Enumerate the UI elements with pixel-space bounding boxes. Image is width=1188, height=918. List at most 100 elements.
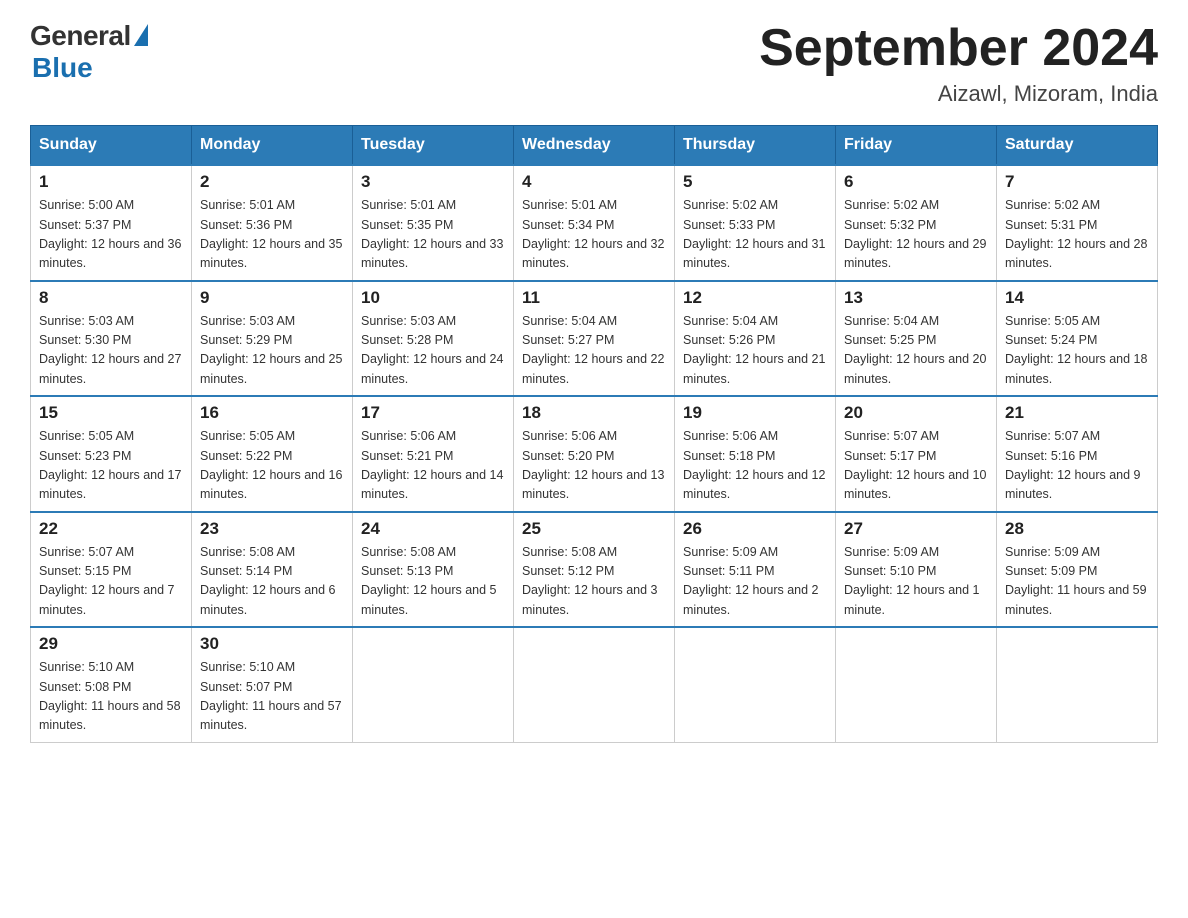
page-header: General Blue September 2024 Aizawl, Mizo… <box>30 20 1158 107</box>
calendar-cell: 30 Sunrise: 5:10 AMSunset: 5:07 PMDayligh… <box>192 627 353 742</box>
day-number: 3 <box>361 172 505 192</box>
calendar-cell: 7 Sunrise: 5:02 AMSunset: 5:31 PMDaylight… <box>997 165 1158 281</box>
calendar-cell: 17 Sunrise: 5:06 AMSunset: 5:21 PMDayligh… <box>353 396 514 512</box>
day-info: Sunrise: 5:00 AMSunset: 5:37 PMDaylight:… <box>39 196 183 274</box>
day-info: Sunrise: 5:05 AMSunset: 5:22 PMDaylight:… <box>200 427 344 505</box>
logo-triangle-icon <box>134 24 148 46</box>
calendar-cell: 14 Sunrise: 5:05 AMSunset: 5:24 PMDayligh… <box>997 281 1158 397</box>
calendar-cell: 4 Sunrise: 5:01 AMSunset: 5:34 PMDaylight… <box>514 165 675 281</box>
day-number: 13 <box>844 288 988 308</box>
day-number: 14 <box>1005 288 1149 308</box>
day-info: Sunrise: 5:02 AMSunset: 5:32 PMDaylight:… <box>844 196 988 274</box>
day-number: 28 <box>1005 519 1149 539</box>
day-info: Sunrise: 5:02 AMSunset: 5:33 PMDaylight:… <box>683 196 827 274</box>
calendar-table: SundayMondayTuesdayWednesdayThursdayFrid… <box>30 125 1158 743</box>
calendar-cell <box>353 627 514 742</box>
calendar-header-saturday: Saturday <box>997 126 1158 166</box>
day-info: Sunrise: 5:06 AMSunset: 5:21 PMDaylight:… <box>361 427 505 505</box>
calendar-header-sunday: Sunday <box>31 126 192 166</box>
calendar-week-row: 22Sunrise: 5:07 AMSunset: 5:15 PMDayligh… <box>31 512 1158 628</box>
location-title: Aizawl, Mizoram, India <box>759 81 1158 107</box>
day-info: Sunrise: 5:07 AMSunset: 5:16 PMDaylight:… <box>1005 427 1149 505</box>
day-number: 10 <box>361 288 505 308</box>
day-info: Sunrise: 5:03 AMSunset: 5:29 PMDaylight:… <box>200 312 344 390</box>
day-info: Sunrise: 5:02 AMSunset: 5:31 PMDaylight:… <box>1005 196 1149 274</box>
calendar-header-row: SundayMondayTuesdayWednesdayThursdayFrid… <box>31 126 1158 166</box>
day-number: 1 <box>39 172 183 192</box>
day-info: Sunrise: 5:03 AMSunset: 5:28 PMDaylight:… <box>361 312 505 390</box>
calendar-cell <box>836 627 997 742</box>
day-number: 30 <box>200 634 344 654</box>
day-number: 16 <box>200 403 344 423</box>
calendar-cell: 16 Sunrise: 5:05 AMSunset: 5:22 PMDayligh… <box>192 396 353 512</box>
calendar-cell: 5 Sunrise: 5:02 AMSunset: 5:33 PMDaylight… <box>675 165 836 281</box>
day-info: Sunrise: 5:09 AMSunset: 5:11 PMDaylight:… <box>683 543 827 621</box>
day-info: Sunrise: 5:06 AMSunset: 5:20 PMDaylight:… <box>522 427 666 505</box>
calendar-cell: 6 Sunrise: 5:02 AMSunset: 5:32 PMDaylight… <box>836 165 997 281</box>
calendar-header-friday: Friday <box>836 126 997 166</box>
day-info: Sunrise: 5:04 AMSunset: 5:25 PMDaylight:… <box>844 312 988 390</box>
day-number: 17 <box>361 403 505 423</box>
calendar-week-row: 8Sunrise: 5:03 AMSunset: 5:30 PMDaylight… <box>31 281 1158 397</box>
day-number: 15 <box>39 403 183 423</box>
day-number: 6 <box>844 172 988 192</box>
day-number: 11 <box>522 288 666 308</box>
calendar-cell: 21 Sunrise: 5:07 AMSunset: 5:16 PMDayligh… <box>997 396 1158 512</box>
calendar-week-row: 29Sunrise: 5:10 AMSunset: 5:08 PMDayligh… <box>31 627 1158 742</box>
day-number: 2 <box>200 172 344 192</box>
day-number: 23 <box>200 519 344 539</box>
day-info: Sunrise: 5:01 AMSunset: 5:35 PMDaylight:… <box>361 196 505 274</box>
calendar-cell: 18 Sunrise: 5:06 AMSunset: 5:20 PMDayligh… <box>514 396 675 512</box>
day-info: Sunrise: 5:01 AMSunset: 5:36 PMDaylight:… <box>200 196 344 274</box>
calendar-cell: 19 Sunrise: 5:06 AMSunset: 5:18 PMDayligh… <box>675 396 836 512</box>
calendar-cell: 20Sunrise: 5:07 AMSunset: 5:17 PMDayligh… <box>836 396 997 512</box>
calendar-cell: 25Sunrise: 5:08 AMSunset: 5:12 PMDayligh… <box>514 512 675 628</box>
calendar-cell: 12 Sunrise: 5:04 AMSunset: 5:26 PMDayligh… <box>675 281 836 397</box>
calendar-cell <box>675 627 836 742</box>
day-info: Sunrise: 5:06 AMSunset: 5:18 PMDaylight:… <box>683 427 827 505</box>
calendar-header-thursday: Thursday <box>675 126 836 166</box>
day-number: 7 <box>1005 172 1149 192</box>
calendar-header-tuesday: Tuesday <box>353 126 514 166</box>
day-number: 4 <box>522 172 666 192</box>
calendar-cell: 24Sunrise: 5:08 AMSunset: 5:13 PMDayligh… <box>353 512 514 628</box>
calendar-cell: 28 Sunrise: 5:09 AMSunset: 5:09 PMDayligh… <box>997 512 1158 628</box>
calendar-cell: 22Sunrise: 5:07 AMSunset: 5:15 PMDayligh… <box>31 512 192 628</box>
day-number: 9 <box>200 288 344 308</box>
day-info: Sunrise: 5:04 AMSunset: 5:26 PMDaylight:… <box>683 312 827 390</box>
calendar-cell: 8Sunrise: 5:03 AMSunset: 5:30 PMDaylight… <box>31 281 192 397</box>
day-number: 19 <box>683 403 827 423</box>
day-number: 29 <box>39 634 183 654</box>
day-number: 25 <box>522 519 666 539</box>
calendar-cell: 23 Sunrise: 5:08 AMSunset: 5:14 PMDayligh… <box>192 512 353 628</box>
day-number: 27 <box>844 519 988 539</box>
day-info: Sunrise: 5:10 AMSunset: 5:07 PMDaylight:… <box>200 658 344 736</box>
calendar-header-wednesday: Wednesday <box>514 126 675 166</box>
day-number: 24 <box>361 519 505 539</box>
day-number: 5 <box>683 172 827 192</box>
day-info: Sunrise: 5:05 AMSunset: 5:24 PMDaylight:… <box>1005 312 1149 390</box>
day-number: 18 <box>522 403 666 423</box>
day-info: Sunrise: 5:04 AMSunset: 5:27 PMDaylight:… <box>522 312 666 390</box>
month-title: September 2024 <box>759 20 1158 77</box>
title-block: September 2024 Aizawl, Mizoram, India <box>759 20 1158 107</box>
calendar-cell <box>997 627 1158 742</box>
calendar-cell: 15 Sunrise: 5:05 AMSunset: 5:23 PMDayligh… <box>31 396 192 512</box>
day-number: 21 <box>1005 403 1149 423</box>
calendar-cell: 26Sunrise: 5:09 AMSunset: 5:11 PMDayligh… <box>675 512 836 628</box>
day-info: Sunrise: 5:01 AMSunset: 5:34 PMDaylight:… <box>522 196 666 274</box>
day-info: Sunrise: 5:09 AMSunset: 5:09 PMDaylight:… <box>1005 543 1149 621</box>
calendar-cell: 2 Sunrise: 5:01 AMSunset: 5:36 PMDaylight… <box>192 165 353 281</box>
calendar-cell: 29Sunrise: 5:10 AMSunset: 5:08 PMDayligh… <box>31 627 192 742</box>
day-info: Sunrise: 5:09 AMSunset: 5:10 PMDaylight:… <box>844 543 988 621</box>
day-number: 12 <box>683 288 827 308</box>
logo-blue-text: Blue <box>32 52 93 84</box>
logo-general-text: General <box>30 20 131 52</box>
calendar-header-monday: Monday <box>192 126 353 166</box>
day-info: Sunrise: 5:05 AMSunset: 5:23 PMDaylight:… <box>39 427 183 505</box>
calendar-cell: 1 Sunrise: 5:00 AMSunset: 5:37 PMDaylight… <box>31 165 192 281</box>
calendar-cell: 9 Sunrise: 5:03 AMSunset: 5:29 PMDaylight… <box>192 281 353 397</box>
calendar-week-row: 1 Sunrise: 5:00 AMSunset: 5:37 PMDaylight… <box>31 165 1158 281</box>
day-info: Sunrise: 5:08 AMSunset: 5:14 PMDaylight:… <box>200 543 344 621</box>
calendar-cell: 3 Sunrise: 5:01 AMSunset: 5:35 PMDaylight… <box>353 165 514 281</box>
